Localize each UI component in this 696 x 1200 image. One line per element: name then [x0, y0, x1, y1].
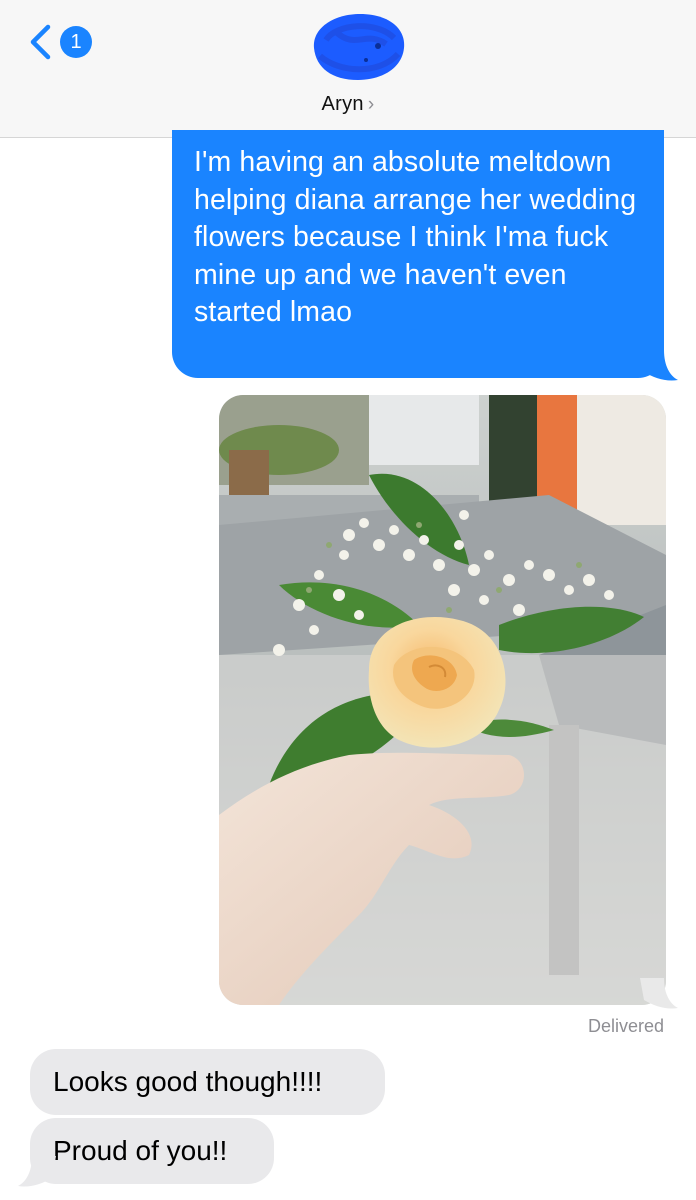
sent-message-bubble[interactable]: I'm having an absolute meltdown helping … [172, 130, 664, 378]
received-message-bubble[interactable]: Proud of you!! [30, 1118, 274, 1184]
sent-photo-message[interactable] [219, 395, 666, 1005]
contact-avatar[interactable] [306, 10, 410, 84]
conversation-header: 1 Aryn › [0, 0, 696, 138]
chevron-right-icon: › [367, 94, 375, 115]
received-message-bubble[interactable]: Looks good though!!!! [30, 1049, 385, 1115]
unread-badge: 1 [60, 26, 92, 58]
sent-message-text: I'm having an absolute meltdown helping … [194, 146, 637, 328]
contact-name: Aryn [321, 93, 364, 115]
delivery-status: Delivered [587, 1016, 664, 1036]
contact-name-button[interactable]: Aryn › [0, 93, 696, 116]
chevron-left-icon [30, 24, 51, 60]
received-message-text: Proud of you!! [53, 1135, 228, 1166]
bubble-tail [18, 1156, 56, 1187]
received-message-text: Looks good though!!!! [53, 1066, 323, 1097]
bubble-tail [640, 978, 678, 1009]
boutonniere-photo [219, 395, 666, 1005]
bubble-tail [640, 350, 678, 381]
back-button[interactable]: 1 [28, 24, 98, 60]
